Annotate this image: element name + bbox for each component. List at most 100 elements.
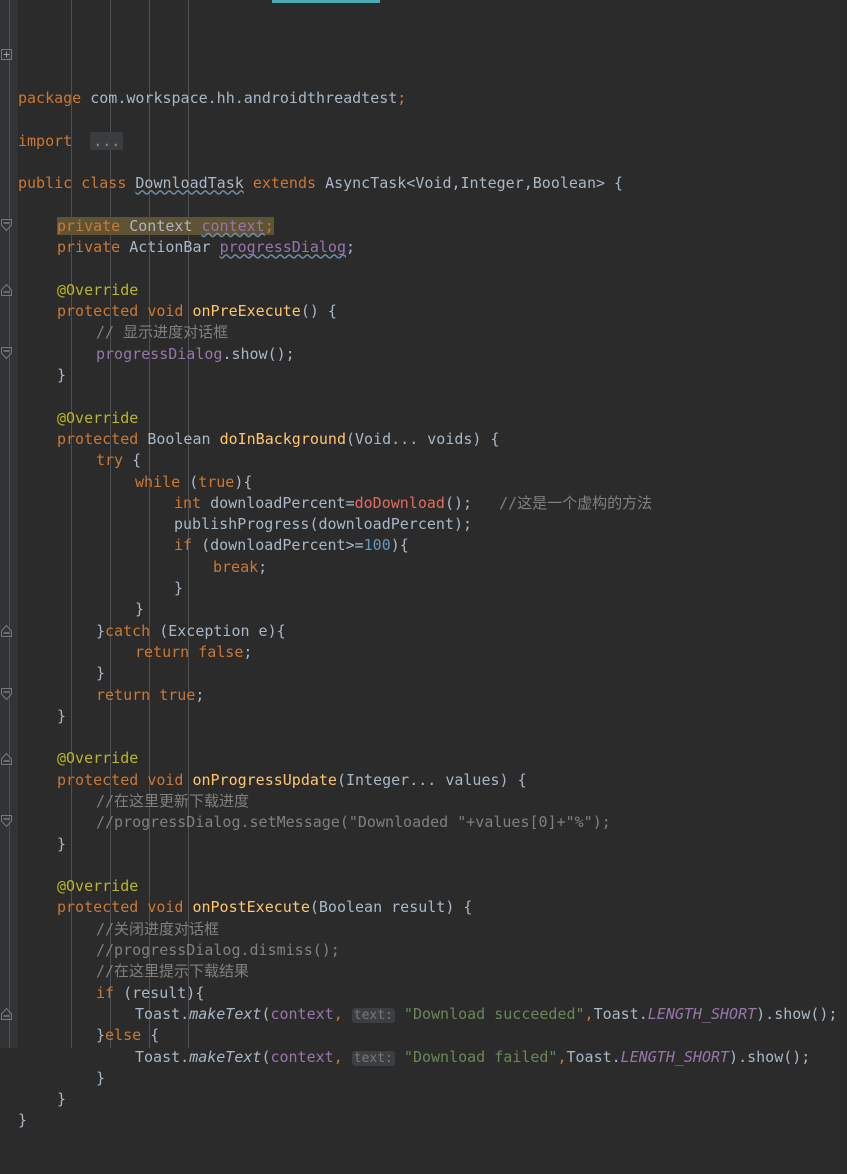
code-token: else	[105, 1026, 151, 1045]
code-token: ;	[195, 685, 205, 704]
code-line[interactable]: //在这里更新下载进度	[18, 791, 847, 812]
code-line[interactable]	[18, 195, 847, 216]
code-token: int	[174, 493, 211, 512]
fold-toggle-arrow-up[interactable]	[1, 624, 16, 639]
code-line[interactable]: if (downloadPercent>=100){	[18, 535, 847, 556]
code-line[interactable]: private ActionBar progressDialog;	[18, 237, 847, 258]
code-line[interactable]: //progressDialog.setMessage("Downloaded …	[18, 812, 847, 833]
code-token: void	[147, 898, 193, 917]
code-token: ;	[258, 557, 268, 576]
code-token: //progressDialog.dismiss();	[96, 941, 340, 960]
code-token: ;	[346, 238, 356, 257]
code-line[interactable]: }	[18, 578, 847, 599]
code-line[interactable]: //关闭进度对话框	[18, 919, 847, 940]
code-line[interactable]: @Override	[18, 748, 847, 769]
code-line[interactable]: }	[18, 1089, 847, 1110]
code-line[interactable]: publishProgress(downloadPercent);	[18, 514, 847, 535]
code-line[interactable]: protected void onPostExecute(Boolean res…	[18, 897, 847, 918]
code-token: Toast.	[135, 1004, 190, 1023]
code-token: protected	[57, 898, 148, 917]
code-line[interactable]: // 显示进度对话框	[18, 322, 847, 343]
code-line[interactable]: public class DownloadTask extends AsyncT…	[18, 173, 847, 194]
code-token: Context	[129, 216, 202, 235]
code-line[interactable]: @Override	[18, 280, 847, 301]
code-line[interactable]: }	[18, 1110, 847, 1131]
code-line[interactable]: try {	[18, 450, 847, 471]
code-token: text:	[351, 1007, 395, 1023]
code-line[interactable]: while (true){	[18, 472, 847, 493]
code-token: doInBackground	[219, 429, 346, 448]
code-token: }	[135, 600, 145, 619]
code-line[interactable]: }	[18, 663, 847, 684]
code-line[interactable]	[18, 386, 847, 407]
code-editor[interactable]: package com.workspace.hh.androidthreadte…	[0, 0, 847, 1129]
code-token: ;	[264, 216, 274, 235]
code-line[interactable]: //在这里提示下载结果	[18, 961, 847, 982]
code-line[interactable]: }	[18, 1068, 847, 1089]
code-token: context	[270, 1047, 334, 1066]
fold-toggle-arrow-up[interactable]	[1, 1007, 16, 1022]
code-line[interactable]: return false;	[18, 642, 847, 663]
code-token: Toast.	[566, 1047, 621, 1066]
code-token: //progressDialog.setMessage("Downloaded …	[96, 813, 611, 832]
code-token: {	[132, 451, 142, 470]
code-line[interactable]: }catch (Exception e){	[18, 621, 847, 642]
code-line[interactable]: protected void onPreExecute() {	[18, 301, 847, 322]
code-token: LENGTH_SHORT	[620, 1047, 730, 1066]
code-token: doDownload	[354, 493, 445, 512]
code-token: break	[213, 557, 259, 576]
code-line[interactable]: }	[18, 834, 847, 855]
fold-toggle-arrow-down[interactable]	[1, 346, 16, 362]
code-line[interactable]	[18, 855, 847, 876]
code-token: context	[270, 1004, 334, 1023]
code-token: ){	[234, 472, 253, 491]
code-line[interactable]: @Override	[18, 408, 847, 429]
code-line[interactable]	[18, 109, 847, 130]
code-token: extends	[252, 174, 326, 193]
code-token: protected	[57, 770, 148, 789]
code-line[interactable]: protected Boolean doInBackground(Void...…	[18, 429, 847, 450]
code-line[interactable]: }	[18, 599, 847, 620]
fold-toggle-arrow-down[interactable]	[1, 687, 16, 703]
fold-toggle-arrow-down[interactable]	[1, 815, 16, 830]
code-line[interactable]: progressDialog.show();	[18, 344, 847, 365]
code-line[interactable]: int downloadPercent=doDownload(); //这是一个…	[18, 493, 847, 514]
code-token: ActionBar	[129, 238, 220, 257]
code-line[interactable]: //progressDialog.dismiss();	[18, 940, 847, 961]
code-line[interactable]: if (result){	[18, 983, 847, 1004]
code-line[interactable]: break;	[18, 557, 847, 578]
code-line[interactable]: package com.workspace.hh.androidthreadte…	[18, 88, 847, 109]
fold-toggle-arrow-down[interactable]	[1, 219, 16, 234]
code-content[interactable]: package com.workspace.hh.androidthreadte…	[18, 0, 847, 1129]
fold-toggle-arrow-up[interactable]	[1, 752, 16, 767]
code-token: () {	[300, 302, 337, 321]
code-line[interactable]: protected void onProgressUpdate(Integer.…	[18, 770, 847, 791]
fold-toggle-arrow-up[interactable]	[1, 283, 16, 298]
code-line[interactable]: Toast.makeText(context, text: "Download …	[18, 1004, 847, 1025]
code-token: ).show();	[729, 1047, 811, 1066]
code-line[interactable]	[18, 259, 847, 280]
code-line[interactable]: }	[18, 706, 847, 727]
editor-gutter[interactable]	[0, 0, 18, 1048]
code-line[interactable]: }	[18, 365, 847, 386]
gutter-divider-line	[9, 0, 10, 1048]
code-token: (result){	[123, 983, 205, 1002]
code-token: }	[57, 1090, 67, 1109]
code-line[interactable]: }else {	[18, 1025, 847, 1046]
code-line[interactable]: @Override	[18, 876, 847, 897]
fold-toggle-plus[interactable]	[1, 48, 16, 64]
code-line[interactable]: return true;	[18, 685, 847, 706]
code-token: (	[189, 472, 199, 491]
code-line[interactable]: import ...	[18, 131, 847, 152]
code-token: private	[57, 238, 130, 257]
code-line[interactable]: private Context context;	[18, 216, 847, 237]
code-token: if	[96, 983, 124, 1002]
code-line[interactable]: Toast.makeText(context, text: "Download …	[18, 1047, 847, 1068]
code-line[interactable]	[18, 152, 847, 173]
code-token: //在这里提示下载结果	[96, 962, 250, 981]
code-token: ;	[397, 89, 407, 108]
code-token: @Override	[57, 408, 139, 427]
code-line[interactable]	[18, 727, 847, 748]
